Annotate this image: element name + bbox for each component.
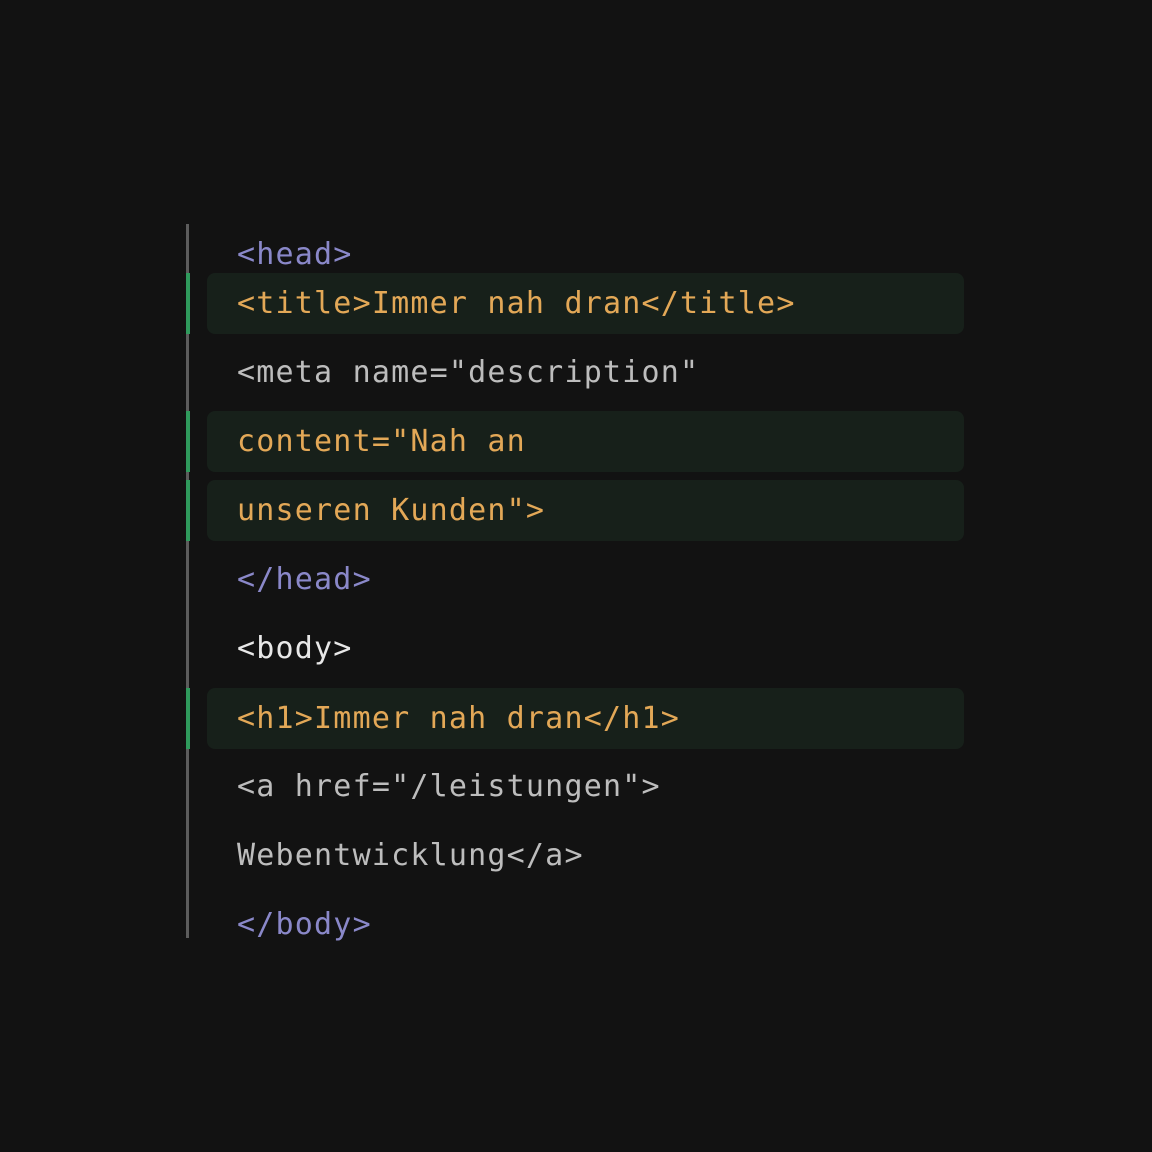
line-change-marker [186, 549, 190, 610]
code-line-text: <body> [237, 631, 353, 666]
code-line-text: <a href="/leistungen"> [237, 769, 661, 804]
code-line-text: <h1>Immer nah dran</h1> [237, 701, 681, 736]
code-line-head-close: </head> [186, 549, 966, 610]
code-line-anchor-close: Webentwicklung</a> [186, 825, 966, 886]
code-line-title: <title>Immer nah dran</title> [186, 273, 966, 334]
line-change-marker [186, 688, 190, 749]
code-line-text: content="Nah an [237, 424, 526, 459]
code-line-content-end: unseren Kunden"> [186, 480, 966, 541]
code-line-body-open: <body> [186, 618, 966, 679]
code-line-body-close: </body> [186, 894, 966, 955]
line-change-marker [186, 342, 190, 403]
code-line-text: unseren Kunden"> [237, 493, 546, 528]
line-change-marker [186, 480, 190, 541]
code-line-text: <title>Immer nah dran</title> [237, 286, 796, 321]
code-line-text: <meta name="description" [237, 355, 700, 390]
line-change-marker [186, 756, 190, 817]
code-snippet-panel: <head> <title>Immer nah dran</title> <me… [186, 224, 966, 942]
code-line-text: </head> [237, 562, 372, 597]
code-line-anchor-open: <a href="/leistungen"> [186, 756, 966, 817]
line-change-marker [186, 825, 190, 886]
code-line-content-start: content="Nah an [186, 411, 966, 472]
code-line-meta: <meta name="description" [186, 342, 966, 403]
code-line-h1: <h1>Immer nah dran</h1> [186, 688, 966, 749]
line-change-marker [186, 618, 190, 679]
line-change-marker [186, 411, 190, 472]
line-change-marker [186, 894, 190, 955]
line-change-marker [186, 273, 190, 334]
code-line-text: Webentwicklung</a> [237, 838, 584, 873]
code-line-text: </body> [237, 907, 372, 942]
